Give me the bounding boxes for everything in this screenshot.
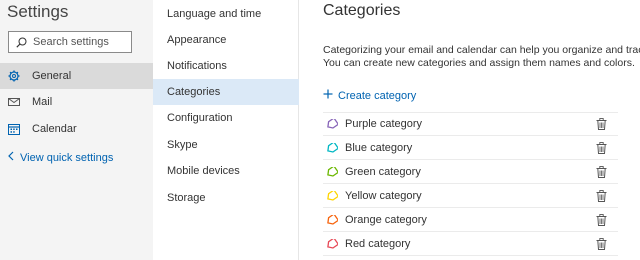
nav-item-calendar[interactable]: Calendar <box>0 116 153 142</box>
subnav-item-language-and-time[interactable]: Language and time <box>153 1 299 27</box>
trash-icon[interactable] <box>596 189 608 202</box>
plus-icon <box>323 89 333 102</box>
mail-icon <box>8 96 20 108</box>
category-tag-icon <box>326 190 338 202</box>
nav-label-general: General <box>32 70 72 82</box>
subnav-label: Skype <box>167 139 198 151</box>
trash-icon[interactable] <box>596 141 608 154</box>
settings-pane: Settings General <box>0 0 153 260</box>
trash-icon[interactable] <box>596 165 608 178</box>
category-row[interactable]: Orange category <box>323 208 618 232</box>
category-name: Yellow category <box>345 189 422 202</box>
subnav-label: Language and time <box>167 8 262 20</box>
subnav-item-mobile-devices[interactable]: Mobile devices <box>153 158 299 184</box>
search-icon <box>16 37 27 48</box>
subnav-label: Mobile devices <box>167 165 240 177</box>
chevron-left-icon <box>8 151 14 164</box>
view-quick-settings-link[interactable]: View quick settings <box>8 151 113 164</box>
category-tag-icon <box>326 142 338 154</box>
subnav-item-storage[interactable]: Storage <box>153 185 299 211</box>
nav-label-calendar: Calendar <box>32 123 77 135</box>
category-tag-icon <box>326 238 338 250</box>
category-name: Purple category <box>345 118 423 130</box>
search-settings-box[interactable] <box>8 31 132 53</box>
create-category-label: Create category <box>338 89 417 102</box>
description-line-2: You can create new categories and assign… <box>323 57 635 69</box>
subnav-label: Categories <box>167 86 221 98</box>
subnav-item-skype[interactable]: Skype <box>153 132 299 158</box>
category-row[interactable]: Blue category <box>323 136 618 160</box>
category-tag-icon <box>326 166 338 178</box>
subnav-label: Appearance <box>167 34 227 46</box>
quick-settings-label: View quick settings <box>20 151 114 164</box>
subnav-label: Storage <box>167 192 206 204</box>
nav-label-mail: Mail <box>32 96 53 108</box>
category-name: Orange category <box>345 213 427 226</box>
gear-icon <box>8 70 20 82</box>
subnav-item-categories[interactable]: Categories <box>153 79 299 105</box>
category-name: Blue category <box>345 141 413 154</box>
categories-panel: Categories Categorizing your email and c… <box>299 0 640 260</box>
trash-icon[interactable] <box>596 118 608 130</box>
category-row[interactable]: Yellow category <box>323 184 618 208</box>
category-row[interactable]: Green category <box>323 160 618 184</box>
settings-title: Settings <box>7 2 69 21</box>
create-category-button[interactable]: Create category <box>323 89 416 102</box>
description-line-1: Categorizing your email and calendar can… <box>323 44 640 56</box>
general-subnav: Language and time Appearance Notificatio… <box>153 0 299 260</box>
trash-icon[interactable] <box>596 237 608 250</box>
nav-item-general[interactable]: General <box>0 63 153 89</box>
category-tag-icon <box>326 118 338 130</box>
page-title: Categories <box>323 2 401 19</box>
category-row[interactable]: Red category <box>323 232 618 256</box>
category-name: Red category <box>345 237 411 250</box>
category-row[interactable]: Purple category <box>323 112 618 136</box>
nav-item-mail[interactable]: Mail <box>0 89 153 115</box>
trash-icon[interactable] <box>596 213 608 226</box>
category-name: Green category <box>345 165 421 178</box>
calendar-icon <box>8 123 20 135</box>
subnav-label: Configuration <box>167 112 233 124</box>
subnav-item-configuration[interactable]: Configuration <box>153 105 299 131</box>
subnav-label: Notifications <box>167 60 227 72</box>
search-input[interactable] <box>33 36 129 48</box>
category-tag-icon <box>326 214 338 226</box>
categories-description: Categorizing your email and calendar can… <box>323 44 640 70</box>
subnav-item-notifications[interactable]: Notifications <box>153 53 299 79</box>
subnav-item-appearance[interactable]: Appearance <box>153 27 299 53</box>
